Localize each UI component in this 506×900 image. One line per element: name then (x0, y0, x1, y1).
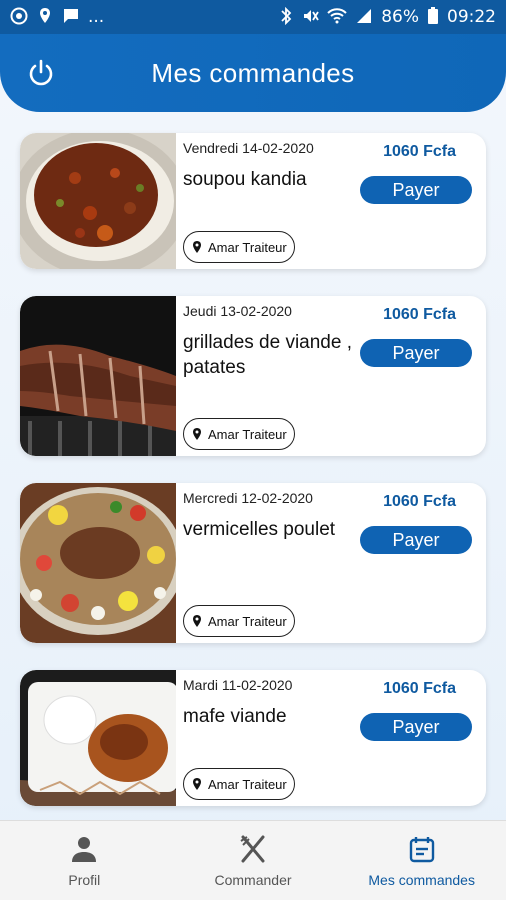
order-date: Mardi 11-02-2020 (183, 677, 293, 693)
dish-name: mafe viande (183, 706, 287, 727)
nav-profil[interactable]: Profil (0, 821, 169, 900)
location-pin-icon (190, 240, 204, 254)
dish-name: grillades de viande , patates (183, 332, 352, 378)
time: 09:22 (447, 7, 496, 27)
order-card[interactable]: Mardi 11-02-2020 mafe viande 1060 Fcfa P… (20, 670, 486, 806)
vendor-name: Amar Traiteur (208, 426, 287, 442)
whatsapp-icon (10, 7, 28, 28)
vendor-chip[interactable]: Amar Traiteur (183, 768, 295, 800)
nav-label: Commander (214, 871, 292, 888)
wifi-icon (327, 7, 347, 28)
order-price: 1060 Fcfa (383, 143, 456, 160)
vendor-name: Amar Traiteur (208, 613, 287, 629)
nav-commander[interactable]: Commander (169, 821, 338, 900)
fork-knife-icon (240, 835, 265, 862)
order-card[interactable]: Vendredi 14-02-2020 soupou kandia 1060 F… (20, 133, 486, 269)
pay-button[interactable]: Payer (360, 713, 472, 741)
location-pin-icon (190, 614, 204, 628)
nav-mes-commandes[interactable]: Mes commandes (337, 821, 506, 900)
dish-image (20, 296, 176, 456)
vendor-chip[interactable]: Amar Traiteur (183, 605, 295, 637)
order-price: 1060 Fcfa (383, 306, 456, 323)
order-price: 1060 Fcfa (383, 680, 456, 697)
dish-image (20, 670, 176, 806)
pay-button[interactable]: Payer (360, 339, 472, 367)
bottom-nav: Profil Commander Mes commandes (0, 820, 506, 900)
calendar-icon (409, 836, 434, 862)
vendor-chip[interactable]: Amar Traiteur (183, 418, 295, 450)
bluetooth-icon (279, 6, 293, 28)
order-date: Jeudi 13-02-2020 (183, 303, 292, 319)
order-price: 1060 Fcfa (383, 493, 456, 510)
person-icon (72, 836, 97, 862)
mute-icon (301, 7, 319, 28)
dish-name: soupou kandia (183, 169, 307, 190)
order-card[interactable]: Mercredi 12-02-2020 vermicelles poulet 1… (20, 483, 486, 643)
page-title: Mes commandes (151, 57, 355, 88)
order-card[interactable]: Jeudi 13-02-2020 grillades de viande , p… (20, 296, 486, 456)
pay-button[interactable]: Payer (360, 176, 472, 204)
order-date: Vendredi 14-02-2020 (183, 140, 314, 156)
vendor-name: Amar Traiteur (208, 239, 287, 255)
pay-button[interactable]: Payer (360, 526, 472, 554)
dish-image (20, 133, 176, 269)
status-bar: ... 86% 09:22 (0, 0, 506, 34)
signal-icon (355, 7, 373, 28)
power-icon[interactable] (26, 58, 56, 88)
order-date: Mercredi 12-02-2020 (183, 490, 313, 506)
dish-image (20, 483, 176, 643)
location-pin-icon (190, 427, 204, 441)
battery-percentage: 86% (381, 7, 419, 27)
more-icon: ... (88, 7, 105, 27)
message-icon (62, 7, 80, 28)
nav-label: Mes commandes (368, 871, 475, 888)
dish-name: vermicelles poulet (183, 519, 336, 540)
app-header: Mes commandes (0, 34, 506, 112)
nav-label: Profil (68, 871, 101, 888)
battery-icon (427, 6, 439, 28)
location-icon (36, 7, 54, 28)
location-pin-icon (190, 777, 204, 791)
vendor-chip[interactable]: Amar Traiteur (183, 231, 295, 263)
vendor-name: Amar Traiteur (208, 776, 287, 792)
